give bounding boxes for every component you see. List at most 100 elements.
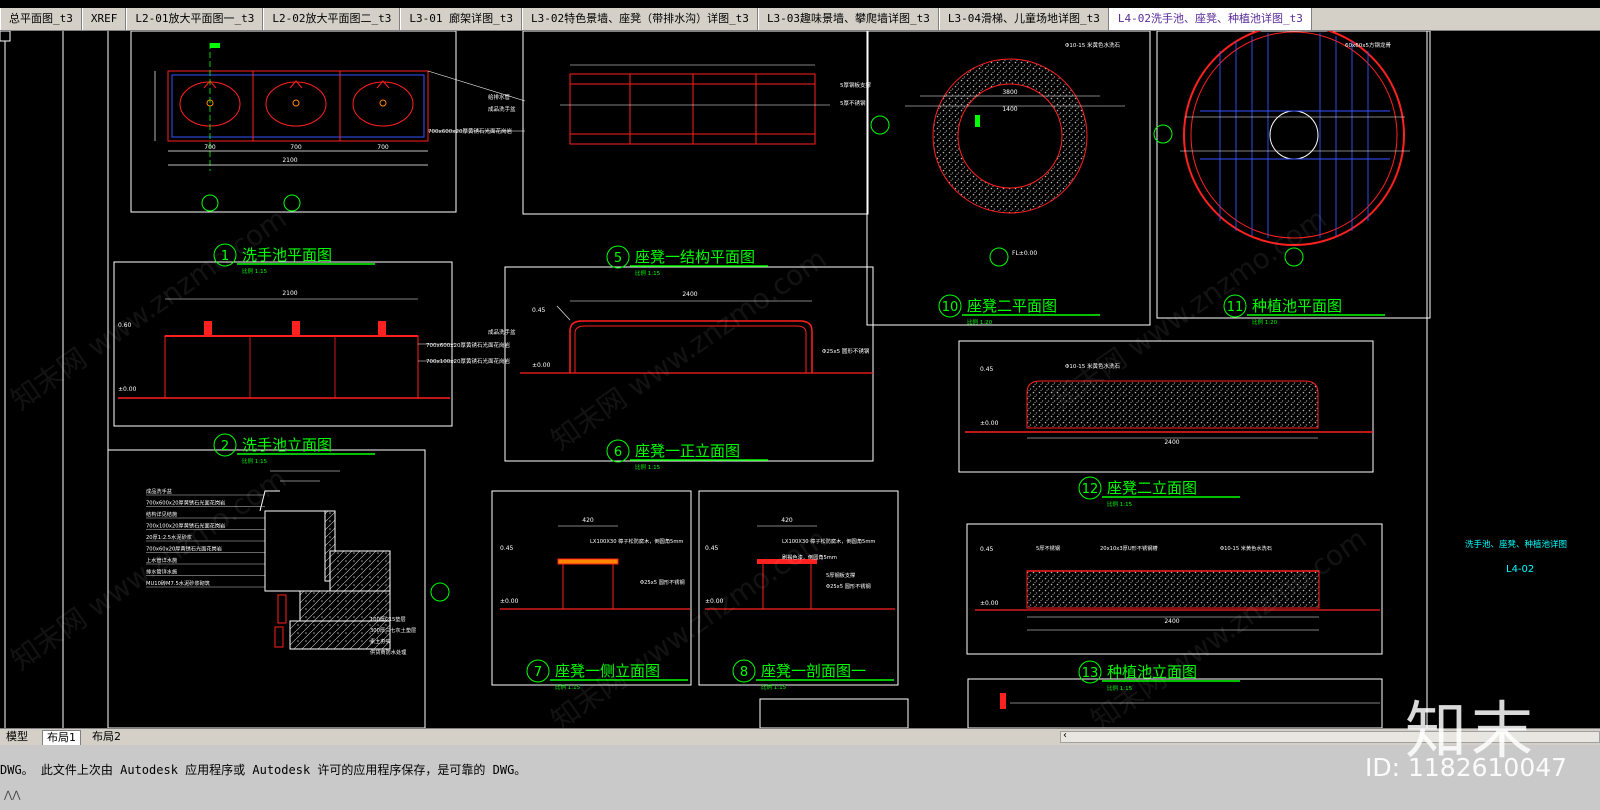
dim-basin-elev-total: 2100 — [282, 290, 297, 297]
layout-tab-layout2[interactable]: 布局2 — [88, 730, 125, 744]
drawing-tab[interactable]: XREF — [81, 8, 127, 30]
section-label: 供货商防水处理 — [370, 648, 407, 656]
watermark-diagonals: 知末网 www.znzmo.com 知末网 www.znzmo.com 知末网 … — [5, 202, 1372, 728]
detail-7-seat-side: 420 0.45 ±0.00 LX100X30 樟子松防腐木，倒圆角5mm Φ2… — [500, 517, 690, 610]
detail-number: 5 — [614, 251, 622, 266]
ann-basin2-tile1: 700x600x20厚黄锈石光面花岗岩 — [426, 341, 511, 349]
ann-basin-top: 成品洗手盆 — [488, 105, 516, 113]
layout-tab-model[interactable]: 模型 — [2, 730, 32, 744]
ann-pipe: 给排水管 — [488, 93, 511, 101]
detail-number: 13 — [1082, 666, 1099, 681]
dim-basin-unit-1: 700 — [204, 144, 216, 151]
svg-text:知末网 www.znzmo.com: 知末网 www.znzmo.com — [5, 202, 292, 417]
detail-number: 6 — [614, 445, 622, 460]
model-canvas[interactable]: 2100 700 700 700 给排水管 成品洗手盆 700x600x20厚黄… — [0, 31, 1600, 728]
detail-scale: 比例 1:15 — [242, 267, 268, 275]
elev-seat2-base: ±0.00 — [980, 420, 999, 427]
ann-side-tube: Φ25x5 圆形不锈钢 — [640, 578, 685, 586]
layout-tab-layout1[interactable]: 布局1 — [42, 730, 81, 746]
drawing-tab[interactable]: L4-02洗手池、座凳、种植池详图_t3 — [1108, 8, 1312, 30]
drawing-tab-bar: 总平面图_t3 XREF L2-01放大平面图一_t3 L2-02放大平面图二_t3 L… — [0, 8, 1600, 31]
dim-ring-inner: 1400 — [1002, 106, 1017, 113]
ann-ring-stone: Φ10-15 米黄色水洗石 — [1065, 41, 1121, 49]
dim-seat-side-w: 420 — [582, 517, 594, 524]
detail-scale: 比例 1:15 — [1107, 500, 1133, 508]
elev-planter-base: ±0.00 — [980, 600, 999, 607]
detail-title: 洗手池立面图 — [242, 436, 332, 454]
detail-5-seat-plan: 5厚钢板支撑 5厚不锈钢 — [560, 64, 871, 145]
detail-title: 座凳二平面图 — [967, 297, 1057, 315]
detail-number: 10 — [942, 300, 959, 315]
ann-planter-anchor: 60x60x5方钢龙骨 — [1345, 41, 1392, 49]
dim-planter-len: 2400 — [1164, 618, 1179, 625]
detail-number: 11 — [1227, 300, 1244, 315]
elev-basin-base: ±0.00 — [118, 386, 137, 393]
detail-scale: 比例 1:15 — [761, 683, 787, 691]
ann-sec-tube: Φ25x5 圆形不锈钢 — [826, 582, 871, 590]
detail-12-seat2-elevation: 2400 0.45 ±0.00 Φ10-15 米黄色水洗石 — [965, 362, 1373, 446]
command-line-area: DWG。 此文件上次由 Autodesk 应用程序或 Autodesk 许可的应… — [0, 745, 1600, 810]
drawing-tab[interactable]: L2-01放大平面图一_t3 — [126, 8, 264, 30]
elev-sec-top: 0.45 — [705, 545, 719, 552]
detail-number: 12 — [1082, 482, 1099, 497]
dim-seat-len: 2400 — [682, 291, 697, 298]
elev-seat-base: ±0.00 — [532, 362, 551, 369]
section-label: 结构详见结施 — [146, 510, 177, 518]
drawing-tab[interactable]: L3-04滑梯、儿童场地详图_t3 — [938, 8, 1109, 30]
ann-planter-steel: 5厚不锈钢 — [1036, 544, 1060, 552]
ann-seat-steel: 5厚不锈钢 — [840, 99, 866, 107]
scroll-left-arrow-icon[interactable]: ‹ — [1063, 730, 1067, 741]
sheet-number: L4-02 — [1506, 564, 1534, 575]
detail-10-ring-plan: 3800 1400 Φ10-15 米黄色水洗石 FL±0.00 — [870, 41, 1125, 267]
elev-fl: FL±0.00 — [1012, 250, 1037, 257]
sheet-title-block: 洗手池、座凳、种植池详图 L4-02 — [1465, 539, 1567, 575]
dim-basin-unit-3: 700 — [377, 144, 389, 151]
dim-seat2-len: 2400 — [1164, 439, 1179, 446]
command-prompt-icon[interactable]: ⋀⋀ — [4, 790, 20, 801]
section-label: 100厚C15垫层 — [370, 615, 406, 623]
ann-planter-weld: 20x10x3厚U形不锈钢槽 — [1100, 544, 1158, 552]
detail-14-partial — [1000, 693, 1380, 709]
detail-title: 种植池平面图 — [1252, 297, 1342, 315]
detail-title: 座凳一结构平面图 — [635, 248, 755, 266]
detail-title: 座凳一正立面图 — [635, 442, 740, 460]
ann-sec-plate: 5厚钢板支撑 — [826, 571, 855, 579]
svg-text:知末网 www.znzmo.com: 知末网 www.znzmo.com — [545, 242, 832, 457]
dim-basin-unit-2: 700 — [290, 144, 302, 151]
elev-seat-top: 0.45 — [532, 307, 546, 314]
ann-side-wood: LX100X30 樟子松防腐木，倒圆角5mm — [590, 537, 683, 545]
detail-number: 2 — [221, 439, 229, 454]
elev-seat2-top: 0.45 — [980, 366, 994, 373]
ann-basin2-top: 成品洗手盆 — [488, 328, 516, 336]
detail-3-basin-section: 成品洗手盆700x600x20厚黄锈石光面花岗岩结构详见结施700x100x20… — [146, 470, 450, 656]
detail-title: 座凳二立面图 — [1107, 479, 1197, 497]
dim-basin-total: 2100 — [282, 157, 297, 164]
svg-text:知末网 www.znzmo.com: 知末网 www.znzmo.com — [1085, 522, 1372, 728]
section-label: 300厚三七灰土垫层 — [370, 626, 416, 634]
detail-scale: 比例 1:20 — [967, 318, 993, 326]
ann-seat-tube: Φ25x5 圆形不锈钢 — [822, 347, 870, 355]
drawing-tab[interactable]: L2-02放大平面图二_t3 — [263, 8, 401, 30]
command-history-text: DWG。 此文件上次由 Autodesk 应用程序或 Autodesk 许可的应… — [0, 763, 527, 777]
sheet-title: 洗手池、座凳、种植池详图 — [1465, 539, 1567, 550]
ann-planter-stone: Φ10-15 米黄色水洗石 — [1220, 544, 1272, 552]
layout-tab-bar: 模型 布局1 布局2 ‹ — [0, 728, 1600, 746]
section-label: 素土夯实 — [370, 637, 391, 645]
detail-scale: 比例 1:15 — [242, 457, 268, 465]
detail-1-basin-plan: 2100 700 700 700 给排水管 成品洗手盆 700x600x20厚黄… — [154, 43, 526, 212]
detail-scale: 比例 1:15 — [635, 463, 661, 471]
watermark-id: ID: 1182610047 — [1365, 753, 1568, 782]
drawing-tab[interactable]: L3-02特色景墙、座凳（带排水沟）详图_t3 — [521, 8, 758, 30]
drawing-tab[interactable]: L3-03趣味景墙、攀爬墙详图_t3 — [757, 8, 939, 30]
ann-seat-plate: 5厚钢板支撑 — [840, 81, 871, 89]
drawing-tab[interactable]: L3-01 廊架详图_t3 — [400, 8, 522, 30]
elev-planter-top: 0.45 — [980, 546, 994, 553]
cad-drawing[interactable]: 2100 700 700 700 给排水管 成品洗手盆 700x600x20厚黄… — [0, 31, 1600, 728]
detail-number: 8 — [740, 665, 748, 680]
section-label: 成品洗手盆 — [146, 487, 173, 495]
drawing-tab[interactable]: 总平面图_t3 — [0, 8, 82, 30]
svg-text:知末网 www.znzmo.com: 知末网 www.znzmo.com — [545, 522, 832, 728]
detail-title: 座凳一剖面图一 — [761, 662, 866, 680]
elev-side-top: 0.45 — [500, 545, 514, 552]
dim-seat-sec-w: 420 — [781, 517, 793, 524]
